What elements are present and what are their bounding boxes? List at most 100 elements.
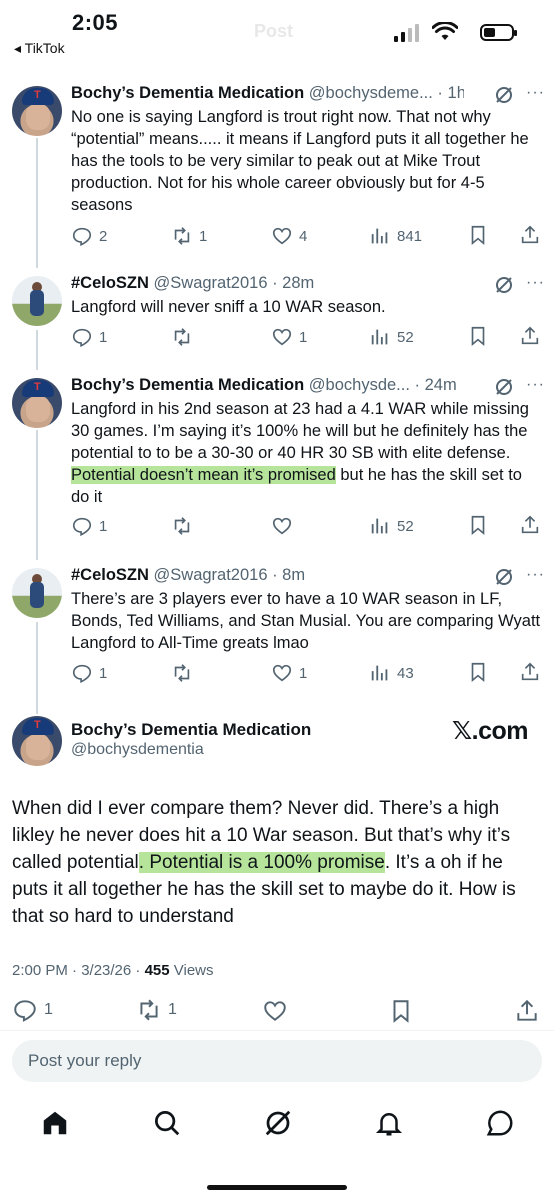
post-text: No one is saying Langford is trout right… [71, 108, 529, 214]
x-com-watermark: 𝕏.com [452, 717, 529, 745]
more-options-icon[interactable]: ··· [526, 84, 544, 104]
notifications-icon[interactable] [374, 1108, 404, 1138]
repost-icon [140, 999, 158, 1021]
reply-button[interactable]: 1 [12, 998, 53, 1022]
post-header: #CeloSZN @Swagrat2016 · 28m [71, 274, 464, 293]
main-post-author-name[interactable]: Bochy’s Dementia Medication [71, 720, 311, 740]
battery-icon [480, 24, 517, 41]
reply-count: 1 [44, 1001, 53, 1018]
post-text: There’s are 3 players ever to have a 10 … [71, 590, 541, 652]
bookmark-icon[interactable] [467, 325, 489, 347]
views-count: 455 [144, 962, 170, 979]
share-icon[interactable] [519, 325, 541, 347]
post-actions: 1 1 52 [71, 325, 542, 349]
repost-button[interactable]: 1 [136, 998, 177, 1022]
reply-icon [14, 1000, 36, 1022]
view-count: 841 [397, 227, 423, 245]
post-header: Bochy’s Dementia Medication @bochysde...… [71, 376, 464, 395]
analytics-icon [371, 518, 388, 534]
thread-post[interactable]: Bochy’s Dementia Medication @bochysdeme.… [0, 82, 554, 257]
analytics-icon [371, 329, 388, 345]
grok-icon[interactable] [494, 275, 514, 295]
grok-icon[interactable] [494, 567, 514, 587]
like-count: 1 [299, 328, 308, 346]
like-count: 4 [299, 227, 308, 245]
thread-post[interactable]: #CeloSZN @Swagrat2016 · 8m ··· There’s a… [0, 566, 554, 691]
views-button[interactable]: 841 [369, 224, 422, 248]
grok-icon[interactable] [494, 85, 514, 105]
main-post-timestamp: 2:00 PM · 3/23/26 · 455 Views [12, 962, 214, 979]
repost-button[interactable]: 1 [171, 224, 207, 248]
messages-icon[interactable] [485, 1108, 515, 1138]
bookmark-icon[interactable] [388, 998, 414, 1024]
page-title: Post [254, 21, 294, 41]
post-text-part: Langford in his 2nd season at 23 had a 4… [71, 400, 529, 462]
post-actions: 2 1 4 841 [71, 224, 542, 248]
author-name[interactable]: #CeloSZN [71, 566, 149, 584]
repost-count: 1 [199, 227, 208, 245]
reply-button[interactable]: 1 [71, 514, 107, 538]
bookmark-icon[interactable] [467, 661, 489, 683]
views-button[interactable]: 52 [369, 325, 414, 349]
more-options-icon[interactable]: ··· [526, 566, 544, 586]
main-post-avatar[interactable] [12, 716, 62, 766]
bookmark-icon[interactable] [467, 224, 489, 246]
more-options-icon[interactable]: ··· [526, 376, 544, 396]
share-icon[interactable] [514, 998, 540, 1024]
search-icon[interactable] [152, 1108, 182, 1138]
cellular-signal-icon [394, 22, 422, 44]
analytics-icon [371, 228, 388, 244]
grok-icon[interactable] [494, 377, 514, 397]
reply-input[interactable]: Post your reply [12, 1040, 542, 1082]
heart-icon[interactable] [262, 998, 288, 1024]
author-name[interactable]: Bochy’s Dementia Medication [71, 376, 304, 394]
reply-icon [72, 328, 92, 348]
like-count: 1 [299, 664, 308, 682]
view-count: 52 [397, 328, 414, 346]
reply-button[interactable]: 1 [71, 325, 107, 349]
main-post-author-handle[interactable]: @bochysdementia [71, 741, 204, 759]
like-button[interactable]: 4 [271, 224, 307, 248]
avatar[interactable] [12, 378, 62, 428]
views-button[interactable]: 43 [369, 661, 414, 685]
home-icon[interactable] [40, 1108, 70, 1138]
share-icon[interactable] [519, 224, 541, 246]
back-to-app-link[interactable]: ◂ TikTok [14, 40, 65, 57]
reply-icon [72, 517, 92, 537]
heart-icon [272, 227, 292, 245]
status-icons [394, 22, 517, 44]
like-button[interactable]: 1 [271, 661, 307, 685]
like-button[interactable] [271, 514, 299, 538]
reply-count: 1 [99, 517, 108, 535]
avatar[interactable] [12, 276, 62, 326]
like-button[interactable]: 1 [271, 325, 307, 349]
highlighted-text: . Potential is a 100% promise [138, 852, 385, 873]
reply-button[interactable]: 2 [71, 224, 107, 248]
repost-button[interactable] [171, 514, 199, 538]
reply-count: 2 [99, 227, 108, 245]
repost-icon [174, 227, 190, 245]
grok-icon[interactable] [263, 1108, 293, 1138]
author-handle-time: @Swagrat2016 · 28m [153, 274, 315, 292]
views-button[interactable]: 52 [369, 514, 414, 538]
reply-button[interactable]: 1 [71, 661, 107, 685]
author-handle-time: @Swagrat2016 · 8m [153, 566, 306, 584]
author-name[interactable]: #CeloSZN [71, 274, 149, 292]
thread-post[interactable]: Bochy’s Dementia Medication @bochysde...… [0, 376, 554, 544]
author-name[interactable]: Bochy’s Dementia Medication [71, 84, 304, 102]
post-header: Bochy’s Dementia Medication @bochysdeme.… [71, 84, 464, 103]
repost-button[interactable] [171, 325, 199, 349]
share-icon[interactable] [519, 661, 541, 683]
repost-button[interactable] [171, 661, 199, 685]
timestamp-text: 2:00 PM · 3/23/26 · [12, 962, 145, 979]
bookmark-icon[interactable] [467, 514, 489, 536]
thread-post[interactable]: #CeloSZN @Swagrat2016 · 28m ··· Langford… [0, 274, 554, 354]
post-header: #CeloSZN @Swagrat2016 · 8m [71, 566, 464, 585]
post-text: Langford will never sniff a 10 WAR seaso… [71, 298, 386, 316]
avatar[interactable] [12, 86, 62, 136]
avatar[interactable] [12, 568, 62, 618]
share-icon[interactable] [519, 514, 541, 536]
more-options-icon[interactable]: ··· [526, 274, 544, 294]
main-post-text: When did I ever compare them? Never did.… [12, 795, 534, 930]
heart-icon [272, 664, 292, 682]
